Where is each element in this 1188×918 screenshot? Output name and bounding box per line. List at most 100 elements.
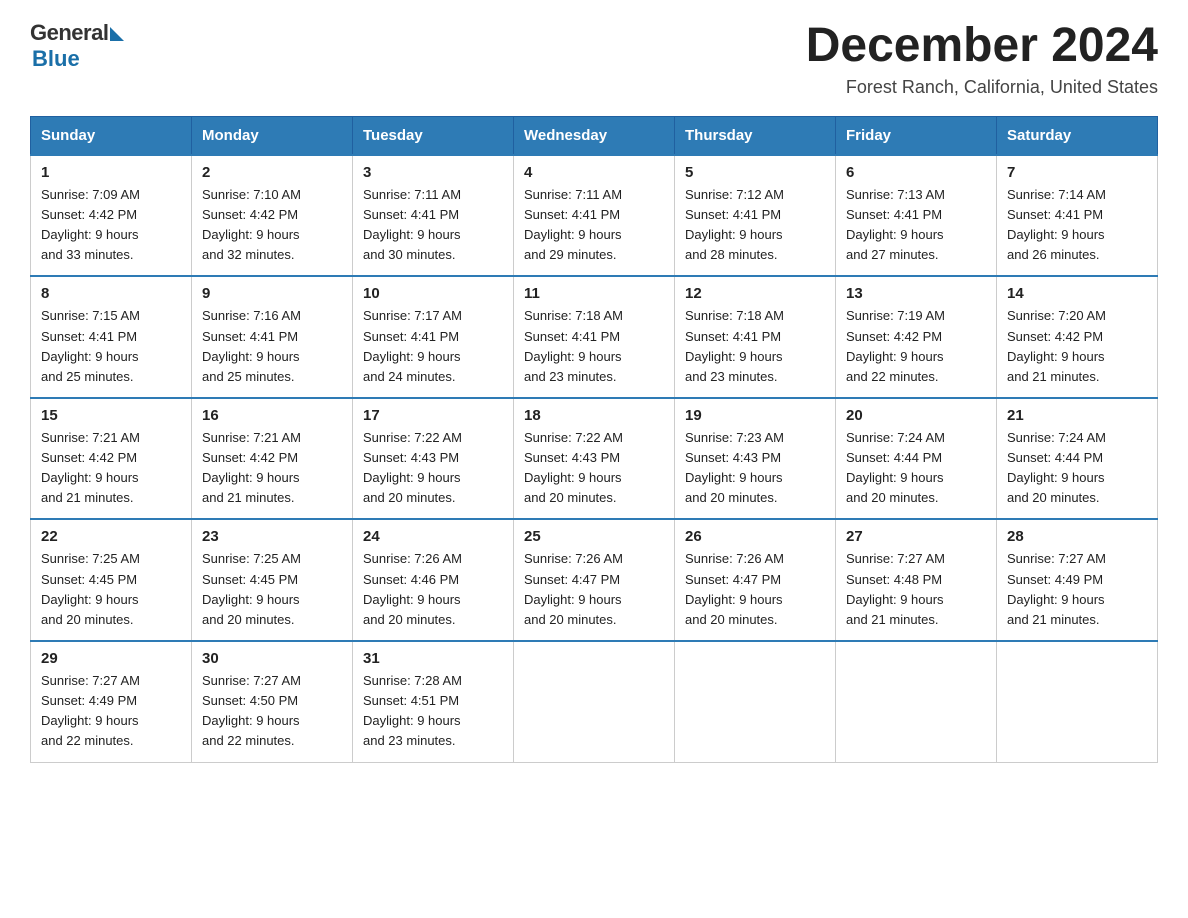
day-info: Sunrise: 7:26 AMSunset: 4:46 PMDaylight:…: [363, 549, 503, 630]
day-number: 20: [846, 407, 986, 424]
day-number: 12: [685, 285, 825, 302]
day-number: 4: [524, 164, 664, 181]
table-row: 13 Sunrise: 7:19 AMSunset: 4:42 PMDaylig…: [836, 276, 997, 398]
day-info: Sunrise: 7:11 AMSunset: 4:41 PMDaylight:…: [524, 185, 664, 266]
table-row: 25 Sunrise: 7:26 AMSunset: 4:47 PMDaylig…: [514, 519, 675, 641]
day-info: Sunrise: 7:12 AMSunset: 4:41 PMDaylight:…: [685, 185, 825, 266]
day-info: Sunrise: 7:22 AMSunset: 4:43 PMDaylight:…: [524, 428, 664, 509]
table-row: 8 Sunrise: 7:15 AMSunset: 4:41 PMDayligh…: [31, 276, 192, 398]
table-row: 5 Sunrise: 7:12 AMSunset: 4:41 PMDayligh…: [675, 155, 836, 277]
day-info: Sunrise: 7:23 AMSunset: 4:43 PMDaylight:…: [685, 428, 825, 509]
location-text: Forest Ranch, California, United States: [806, 77, 1158, 98]
table-row: [836, 641, 997, 762]
col-saturday: Saturday: [997, 116, 1158, 155]
day-number: 30: [202, 650, 342, 667]
day-number: 27: [846, 528, 986, 545]
day-number: 3: [363, 164, 503, 181]
table-row: 2 Sunrise: 7:10 AMSunset: 4:42 PMDayligh…: [192, 155, 353, 277]
day-info: Sunrise: 7:24 AMSunset: 4:44 PMDaylight:…: [1007, 428, 1147, 509]
day-info: Sunrise: 7:15 AMSunset: 4:41 PMDaylight:…: [41, 306, 181, 387]
table-row: 11 Sunrise: 7:18 AMSunset: 4:41 PMDaylig…: [514, 276, 675, 398]
day-info: Sunrise: 7:13 AMSunset: 4:41 PMDaylight:…: [846, 185, 986, 266]
page-header: General Blue December 2024 Forest Ranch,…: [30, 20, 1158, 98]
calendar-week-row: 22 Sunrise: 7:25 AMSunset: 4:45 PMDaylig…: [31, 519, 1158, 641]
day-info: Sunrise: 7:09 AMSunset: 4:42 PMDaylight:…: [41, 185, 181, 266]
day-info: Sunrise: 7:17 AMSunset: 4:41 PMDaylight:…: [363, 306, 503, 387]
calendar-header-row: Sunday Monday Tuesday Wednesday Thursday…: [31, 116, 1158, 155]
day-number: 15: [41, 407, 181, 424]
day-info: Sunrise: 7:16 AMSunset: 4:41 PMDaylight:…: [202, 306, 342, 387]
day-info: Sunrise: 7:21 AMSunset: 4:42 PMDaylight:…: [41, 428, 181, 509]
day-number: 26: [685, 528, 825, 545]
day-number: 19: [685, 407, 825, 424]
day-info: Sunrise: 7:25 AMSunset: 4:45 PMDaylight:…: [202, 549, 342, 630]
day-number: 23: [202, 528, 342, 545]
day-info: Sunrise: 7:22 AMSunset: 4:43 PMDaylight:…: [363, 428, 503, 509]
col-sunday: Sunday: [31, 116, 192, 155]
day-number: 31: [363, 650, 503, 667]
day-info: Sunrise: 7:18 AMSunset: 4:41 PMDaylight:…: [524, 306, 664, 387]
table-row: 22 Sunrise: 7:25 AMSunset: 4:45 PMDaylig…: [31, 519, 192, 641]
day-info: Sunrise: 7:25 AMSunset: 4:45 PMDaylight:…: [41, 549, 181, 630]
day-info: Sunrise: 7:24 AMSunset: 4:44 PMDaylight:…: [846, 428, 986, 509]
table-row: 10 Sunrise: 7:17 AMSunset: 4:41 PMDaylig…: [353, 276, 514, 398]
calendar-week-row: 8 Sunrise: 7:15 AMSunset: 4:41 PMDayligh…: [31, 276, 1158, 398]
calendar-week-row: 29 Sunrise: 7:27 AMSunset: 4:49 PMDaylig…: [31, 641, 1158, 762]
calendar-week-row: 15 Sunrise: 7:21 AMSunset: 4:42 PMDaylig…: [31, 398, 1158, 520]
table-row: 21 Sunrise: 7:24 AMSunset: 4:44 PMDaylig…: [997, 398, 1158, 520]
day-number: 6: [846, 164, 986, 181]
table-row: [514, 641, 675, 762]
calendar-week-row: 1 Sunrise: 7:09 AMSunset: 4:42 PMDayligh…: [31, 155, 1158, 277]
table-row: 27 Sunrise: 7:27 AMSunset: 4:48 PMDaylig…: [836, 519, 997, 641]
col-friday: Friday: [836, 116, 997, 155]
day-number: 13: [846, 285, 986, 302]
day-info: Sunrise: 7:26 AMSunset: 4:47 PMDaylight:…: [685, 549, 825, 630]
day-number: 24: [363, 528, 503, 545]
day-number: 21: [1007, 407, 1147, 424]
day-number: 11: [524, 285, 664, 302]
col-monday: Monday: [192, 116, 353, 155]
table-row: 29 Sunrise: 7:27 AMSunset: 4:49 PMDaylig…: [31, 641, 192, 762]
table-row: 9 Sunrise: 7:16 AMSunset: 4:41 PMDayligh…: [192, 276, 353, 398]
table-row: 12 Sunrise: 7:18 AMSunset: 4:41 PMDaylig…: [675, 276, 836, 398]
day-info: Sunrise: 7:28 AMSunset: 4:51 PMDaylight:…: [363, 671, 503, 752]
month-title: December 2024: [806, 20, 1158, 73]
table-row: 26 Sunrise: 7:26 AMSunset: 4:47 PMDaylig…: [675, 519, 836, 641]
table-row: 16 Sunrise: 7:21 AMSunset: 4:42 PMDaylig…: [192, 398, 353, 520]
table-row: 1 Sunrise: 7:09 AMSunset: 4:42 PMDayligh…: [31, 155, 192, 277]
table-row: [997, 641, 1158, 762]
table-row: 6 Sunrise: 7:13 AMSunset: 4:41 PMDayligh…: [836, 155, 997, 277]
logo-triangle-icon: [110, 27, 124, 41]
day-number: 17: [363, 407, 503, 424]
day-number: 1: [41, 164, 181, 181]
day-number: 5: [685, 164, 825, 181]
table-row: 15 Sunrise: 7:21 AMSunset: 4:42 PMDaylig…: [31, 398, 192, 520]
day-info: Sunrise: 7:26 AMSunset: 4:47 PMDaylight:…: [524, 549, 664, 630]
day-number: 18: [524, 407, 664, 424]
col-tuesday: Tuesday: [353, 116, 514, 155]
logo: General Blue: [30, 20, 124, 72]
table-row: 20 Sunrise: 7:24 AMSunset: 4:44 PMDaylig…: [836, 398, 997, 520]
table-row: 24 Sunrise: 7:26 AMSunset: 4:46 PMDaylig…: [353, 519, 514, 641]
table-row: 3 Sunrise: 7:11 AMSunset: 4:41 PMDayligh…: [353, 155, 514, 277]
day-number: 10: [363, 285, 503, 302]
day-number: 25: [524, 528, 664, 545]
day-info: Sunrise: 7:18 AMSunset: 4:41 PMDaylight:…: [685, 306, 825, 387]
table-row: 7 Sunrise: 7:14 AMSunset: 4:41 PMDayligh…: [997, 155, 1158, 277]
day-number: 9: [202, 285, 342, 302]
table-row: 4 Sunrise: 7:11 AMSunset: 4:41 PMDayligh…: [514, 155, 675, 277]
day-info: Sunrise: 7:27 AMSunset: 4:50 PMDaylight:…: [202, 671, 342, 752]
day-info: Sunrise: 7:11 AMSunset: 4:41 PMDaylight:…: [363, 185, 503, 266]
day-info: Sunrise: 7:27 AMSunset: 4:48 PMDaylight:…: [846, 549, 986, 630]
logo-blue-text: Blue: [32, 46, 80, 72]
day-info: Sunrise: 7:27 AMSunset: 4:49 PMDaylight:…: [41, 671, 181, 752]
calendar-table: Sunday Monday Tuesday Wednesday Thursday…: [30, 116, 1158, 763]
day-number: 7: [1007, 164, 1147, 181]
col-wednesday: Wednesday: [514, 116, 675, 155]
day-number: 28: [1007, 528, 1147, 545]
col-thursday: Thursday: [675, 116, 836, 155]
table-row: 28 Sunrise: 7:27 AMSunset: 4:49 PMDaylig…: [997, 519, 1158, 641]
day-number: 2: [202, 164, 342, 181]
day-info: Sunrise: 7:14 AMSunset: 4:41 PMDaylight:…: [1007, 185, 1147, 266]
day-info: Sunrise: 7:20 AMSunset: 4:42 PMDaylight:…: [1007, 306, 1147, 387]
